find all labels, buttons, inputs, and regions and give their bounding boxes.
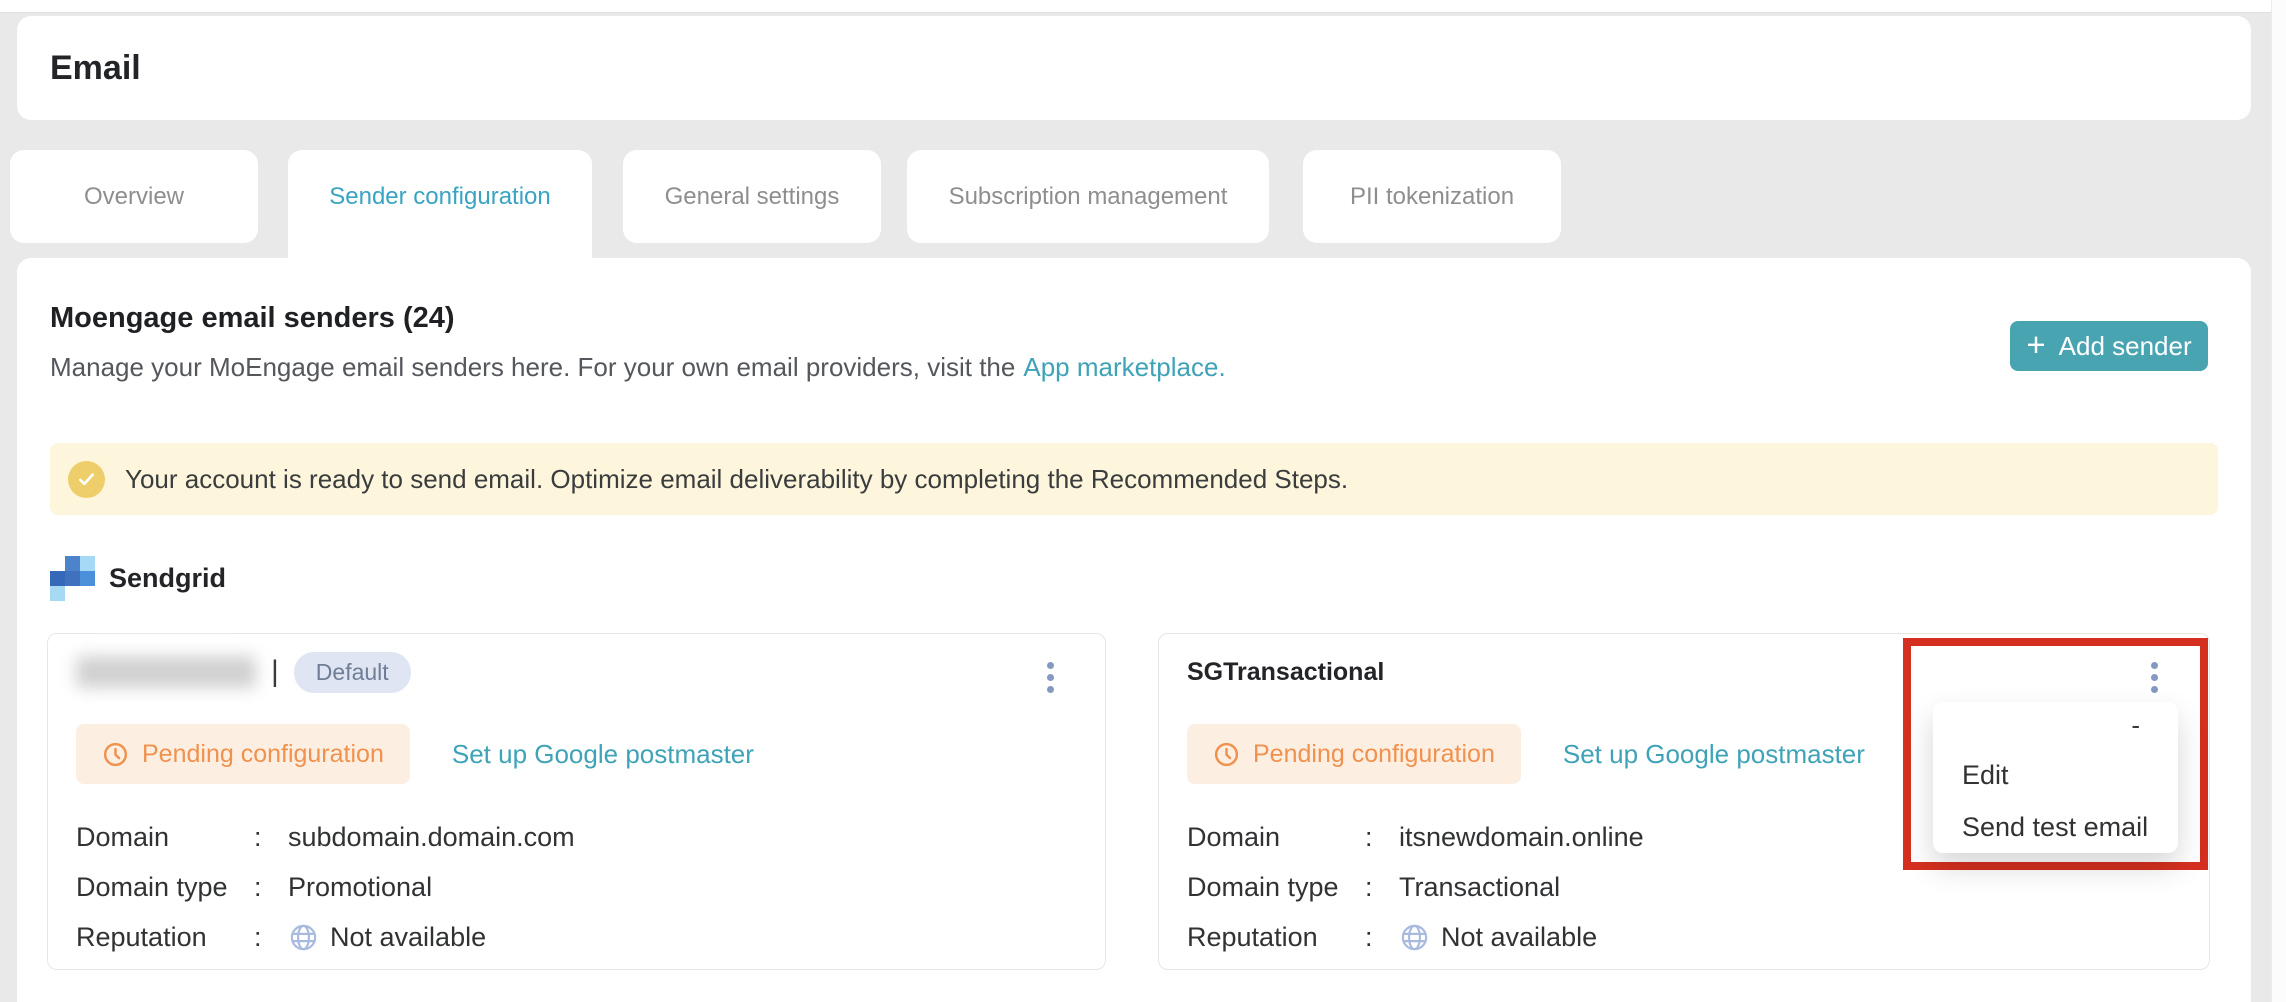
globe-icon: [1399, 922, 1430, 953]
menu-redacted-dash: -: [2131, 710, 2140, 741]
menu-item-send-test-email[interactable]: Send test email: [1933, 801, 2178, 853]
tab-overview[interactable]: Overview: [10, 150, 258, 243]
senders-heading: Moengage email senders (24): [50, 302, 455, 335]
context-menu: - Edit Send test email: [1933, 702, 2178, 853]
status-row: Pending configuration Set up Google post…: [1187, 724, 1865, 784]
tab-sender-configuration[interactable]: Sender configuration: [288, 150, 592, 260]
detail-colon: :: [254, 822, 288, 853]
detail-colon: :: [1365, 822, 1399, 853]
sender-details: Domain : itsnewdomain.online Domain type…: [1187, 812, 1644, 962]
google-postmaster-link[interactable]: Set up Google postmaster: [452, 739, 754, 770]
globe-icon: [288, 922, 319, 953]
scrollbar-track[interactable]: [2271, 0, 2286, 1002]
banner-text: Your account is ready to send email. Opt…: [125, 464, 1348, 495]
detail-label: Reputation: [1187, 922, 1365, 953]
detail-colon: :: [1365, 922, 1399, 953]
plus-icon: +: [2026, 328, 2045, 361]
detail-row-domain: Domain : subdomain.domain.com: [76, 812, 575, 862]
detail-label: Domain type: [76, 872, 254, 903]
sender-card-title-row: | Default: [76, 650, 411, 694]
detail-value: Not available: [288, 922, 486, 953]
add-sender-label: Add sender: [2059, 331, 2192, 362]
senders-description: Manage your MoEngage email senders here.…: [50, 352, 1226, 383]
google-postmaster-link[interactable]: Set up Google postmaster: [1563, 739, 1865, 770]
clock-icon: [102, 741, 129, 768]
sender-card-title-row: SGTransactional: [1187, 650, 1384, 694]
menu-item-edit[interactable]: Edit: [1933, 749, 2178, 801]
tab-general-settings[interactable]: General settings: [623, 150, 881, 243]
add-sender-button[interactable]: + Add sender: [2010, 321, 2208, 371]
status-label: Pending configuration: [1253, 740, 1495, 769]
detail-value: itsnewdomain.online: [1399, 822, 1644, 853]
reputation-value: Not available: [1441, 922, 1597, 953]
detail-value: subdomain.domain.com: [288, 822, 575, 853]
check-circle-icon: [68, 461, 105, 498]
sender-name: SGTransactional: [1187, 658, 1384, 687]
detail-label: Domain: [76, 822, 254, 853]
status-badge: Pending configuration: [1187, 724, 1521, 784]
detail-label: Domain: [1187, 822, 1365, 853]
page-title: Email: [50, 49, 141, 88]
detail-row-domain: Domain : itsnewdomain.online: [1187, 812, 1644, 862]
clock-icon: [1213, 741, 1240, 768]
detail-row-reputation: Reputation : Not available: [76, 912, 575, 962]
detail-row-reputation: Reputation : Not available: [1187, 912, 1644, 962]
detail-label: Domain type: [1187, 872, 1365, 903]
status-label: Pending configuration: [142, 740, 384, 769]
status-badge: Pending configuration: [76, 724, 410, 784]
detail-colon: :: [1365, 872, 1399, 903]
detail-value: Promotional: [288, 872, 432, 903]
default-badge: Default: [294, 652, 411, 693]
name-separator: |: [271, 655, 279, 689]
detail-row-domain-type: Domain type : Transactional: [1187, 862, 1644, 912]
detail-colon: :: [254, 922, 288, 953]
sender-card-default: | Default Pending configuration Set up G…: [47, 633, 1106, 970]
success-banner: Your account is ready to send email. Opt…: [50, 443, 2218, 515]
page-header: Email: [17, 16, 2251, 120]
sender-details: Domain : subdomain.domain.com Domain typ…: [76, 812, 575, 962]
detail-colon: :: [254, 872, 288, 903]
content-panel: Moengage email senders (24) Manage your …: [17, 258, 2251, 1002]
top-divider: [0, 0, 2286, 13]
tab-subscription-management[interactable]: Subscription management: [907, 150, 1269, 243]
app-marketplace-link[interactable]: App marketplace.: [1023, 352, 1225, 382]
sender-name-redacted: [76, 656, 256, 688]
status-row: Pending configuration Set up Google post…: [76, 724, 754, 784]
detail-label: Reputation: [76, 922, 254, 953]
provider-row: Sendgrid: [50, 556, 226, 601]
provider-name: Sendgrid: [109, 563, 226, 594]
menu-item-redacted[interactable]: -: [1933, 702, 2178, 749]
detail-value: Not available: [1399, 922, 1597, 953]
reputation-value: Not available: [330, 922, 486, 953]
tab-pii-tokenization[interactable]: PII tokenization: [1303, 150, 1561, 243]
detail-row-domain-type: Domain type : Promotional: [76, 862, 575, 912]
senders-description-text: Manage your MoEngage email senders here.…: [50, 352, 1015, 382]
detail-value: Transactional: [1399, 872, 1560, 903]
sendgrid-logo-icon: [50, 556, 95, 601]
kebab-menu-icon[interactable]: [1045, 662, 1055, 693]
